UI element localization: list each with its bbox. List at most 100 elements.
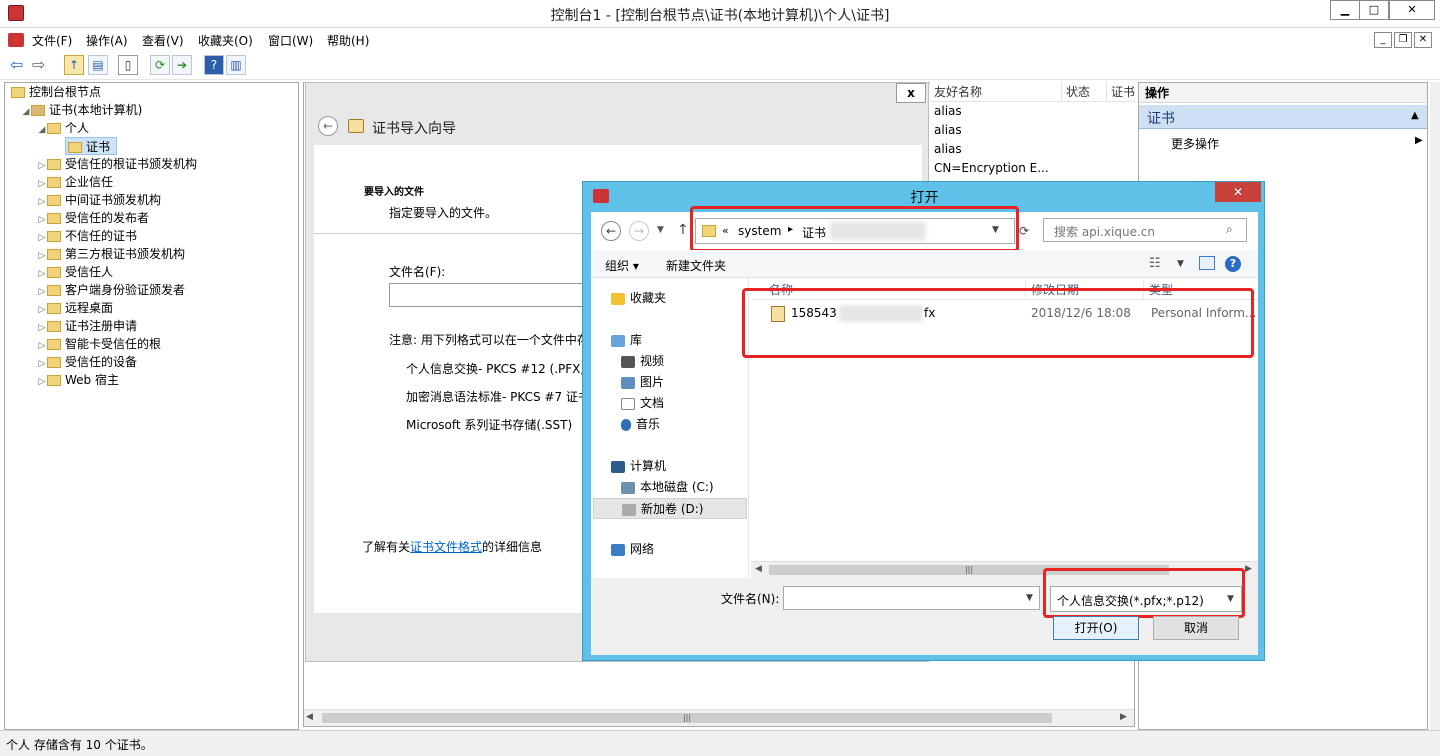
nav-pictures[interactable]: 图片 (621, 372, 664, 393)
mdi-restore-button[interactable]: ❐ (1394, 32, 1412, 48)
nav-documents[interactable]: 文档 (621, 393, 664, 414)
minimize-button[interactable]: ▁ (1330, 0, 1360, 20)
mdi-minimize-button[interactable]: _ (1374, 32, 1392, 48)
tree-item[interactable]: ▷ 受信任的发布者 (37, 209, 297, 227)
recent-dropdown-icon[interactable]: ▼ (657, 225, 664, 235)
nav-videos-label: 视频 (640, 354, 665, 368)
open-button[interactable]: 打开(O) (1053, 616, 1139, 640)
more-actions[interactable]: 更多操作 ▶ (1171, 135, 1423, 153)
view-options-icon[interactable]: ☷ (1149, 256, 1161, 271)
organize-button[interactable]: 组织 ▾ (605, 257, 639, 274)
tree-item[interactable]: ▷ 受信任人 (37, 263, 297, 281)
cancel-button[interactable]: 取消 (1153, 616, 1239, 640)
search-box[interactable]: 搜索 api.xique.cn ⌕ (1043, 218, 1247, 242)
tree-item[interactable]: ▷ 第三方根证书颁发机构 (37, 245, 297, 263)
cert-format-link[interactable]: 证书文件格式 (410, 540, 482, 554)
nav-videos[interactable]: 视频 (621, 351, 664, 372)
menu-help[interactable]: 帮助(H) (327, 32, 369, 49)
library-icon (611, 334, 625, 347)
properties-icon[interactable]: ▯ (118, 55, 138, 75)
folder-icon (47, 249, 61, 260)
picture-icon (621, 376, 635, 389)
tree-item[interactable]: ▷ 证书注册申请 (37, 317, 297, 335)
horizontal-scrollbar[interactable]: ◀ ||| ▶ (304, 709, 1134, 726)
combo-dropdown-icon[interactable]: ▼ (1026, 593, 1033, 603)
tree-personal-certs[interactable]: 证书 (11, 137, 296, 155)
view-dropdown-icon[interactable]: ▼ (1177, 259, 1184, 269)
show-tree-icon[interactable]: ▤ (88, 55, 108, 75)
tree-item[interactable]: ▷ 企业信任 (37, 173, 297, 191)
action-pane-icon[interactable]: ▥ (226, 55, 246, 75)
filename-combo[interactable]: ▼ (783, 586, 1040, 610)
scroll-thumb[interactable]: ||| (322, 713, 1052, 723)
tree-item[interactable]: ▷ 受信任的设备 (37, 353, 297, 371)
collapse-up-icon[interactable]: ▲ (1411, 110, 1419, 121)
preview-pane-icon[interactable] (1199, 256, 1215, 270)
collapse-arrow-icon[interactable]: ◢ (21, 103, 31, 121)
maximize-button[interactable]: □ (1359, 0, 1389, 20)
col-cert[interactable]: 证书 (1106, 82, 1135, 102)
col-friendly-name[interactable]: 友好名称 (934, 82, 982, 102)
tree-item[interactable]: ▷ 不信任的证书 (37, 227, 297, 245)
new-folder-button[interactable]: 新建文件夹 (666, 257, 726, 274)
menu-window[interactable]: 窗口(W) (268, 32, 313, 49)
menu-file[interactable]: 文件(F) (32, 32, 72, 49)
nav-drive-d[interactable]: 新加卷 (D:) (593, 498, 747, 519)
tree-item[interactable]: ▷ Web 宿主 (37, 371, 297, 389)
dialog-close-button[interactable]: ✕ (1215, 182, 1261, 202)
nav-libraries-label: 库 (630, 333, 643, 347)
scroll-right-icon[interactable]: ▶ (1245, 564, 1252, 574)
nav-network[interactable]: 网络 (611, 539, 654, 560)
actions-scrollbar[interactable] (1430, 82, 1440, 730)
refresh-icon[interactable]: ⟳ (1019, 224, 1029, 238)
menu-view[interactable]: 查看(V) (142, 32, 184, 49)
tree-root[interactable]: 控制台根节点 (11, 83, 296, 101)
cert-row[interactable]: CN=Encryption E... (930, 159, 1135, 178)
tree-item[interactable]: ▷ 受信任的根证书颁发机构 (37, 155, 297, 173)
forward-arrow-icon[interactable]: ⇨ (32, 57, 45, 73)
cert-row[interactable]: alias (930, 102, 1135, 121)
learn-suffix: 的详细信息 (482, 540, 543, 554)
expand-arrow-icon[interactable]: ▷ (37, 373, 47, 391)
tree-personal[interactable]: ◢ 个人 (11, 119, 296, 137)
cert-row[interactable]: alias (930, 140, 1135, 159)
wizard-close-button[interactable]: x (896, 83, 926, 103)
nav-computer[interactable]: 计算机 (611, 456, 666, 477)
folder-icon (47, 267, 61, 278)
col-status[interactable]: 状态 (1061, 82, 1090, 102)
tree-item[interactable]: ▷ 智能卡受信任的根 (37, 335, 297, 353)
mdi-close-button[interactable]: ✕ (1414, 32, 1432, 48)
nav-libraries[interactable]: 库 (611, 330, 642, 351)
tree-item[interactable]: ▷ 中间证书颁发机构 (37, 191, 297, 209)
format-note: 注意: 用下列格式可以在一个文件中存 (389, 333, 589, 347)
dlg-up-icon[interactable]: ↑ (677, 222, 689, 238)
scroll-left-icon[interactable]: ◀ (306, 712, 313, 722)
scroll-left-icon[interactable]: ◀ (755, 564, 762, 574)
nav-favorites[interactable]: 收藏夹 (611, 288, 666, 309)
back-arrow-icon[interactable]: ⇦ (10, 57, 23, 73)
dlg-forward-icon[interactable]: → (629, 221, 649, 241)
actions-section[interactable]: 证书 ▲ (1139, 105, 1427, 129)
dlg-back-icon[interactable]: ← (601, 221, 621, 241)
close-button[interactable]: ✕ (1389, 0, 1435, 20)
tree-item[interactable]: ▷ 远程桌面 (37, 299, 297, 317)
scroll-right-icon[interactable]: ▶ (1120, 712, 1127, 722)
export-icon[interactable]: ➔ (172, 55, 192, 75)
folder-icon (47, 321, 61, 332)
format-sst: Microsoft 系列证书存储(.SST) (406, 418, 573, 432)
menu-action[interactable]: 操作(A) (86, 32, 128, 49)
help-icon[interactable]: ? (1225, 256, 1241, 272)
menu-favorites[interactable]: 收藏夹(O) (198, 32, 253, 49)
tree-local-computer[interactable]: ◢ 证书(本地计算机) (11, 101, 296, 119)
highlight-address (690, 206, 1019, 252)
help-icon[interactable]: ? (204, 55, 224, 75)
nav-drive-c[interactable]: 本地磁盘 (C:) (621, 477, 714, 498)
cert-row[interactable]: alias (930, 121, 1135, 140)
collapse-arrow-icon[interactable]: ◢ (37, 121, 47, 139)
up-folder-icon[interactable]: ↑ (64, 55, 84, 75)
search-icon[interactable]: ⌕ (1226, 222, 1233, 237)
nav-music[interactable]: 音乐 (621, 414, 660, 435)
wizard-back-icon[interactable]: ← (318, 116, 338, 136)
refresh-icon[interactable]: ⟳ (150, 55, 170, 75)
tree-item[interactable]: ▷ 客户端身份验证颁发者 (37, 281, 297, 299)
